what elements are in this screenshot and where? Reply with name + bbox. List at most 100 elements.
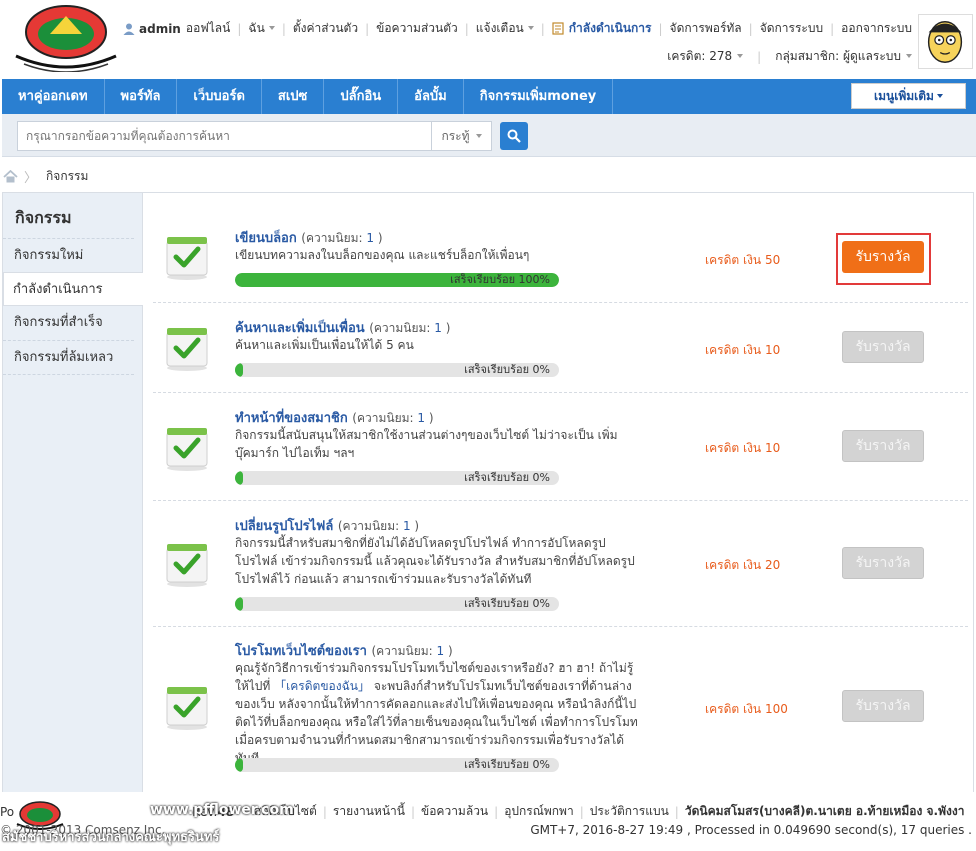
sidebar-item-new[interactable]: กิจกรรมใหม่ [3, 238, 134, 272]
footer-links: Po Rev.48 สถิติเว็บไซต์ | รายงานหน้านี้ … [0, 802, 976, 821]
me-menu[interactable]: ฉัน [248, 19, 275, 38]
breadcrumb: 〉 กิจกรรม [3, 167, 88, 186]
task-progress-fill [235, 471, 243, 485]
task-progress-bar: เสร็จเรียบร้อย 0% [235, 758, 559, 772]
more-menu-button[interactable]: เมนูเพิ่มเติม [851, 83, 966, 109]
task-title[interactable]: โปรโมทเว็บไซต์ของเรา (ความนิยม: 1 ) [235, 640, 453, 661]
task-reward-credit: เครดิต เงิน 10 [705, 343, 781, 357]
task-progress-fill [235, 363, 243, 377]
member-group-menu[interactable]: กลุ่มสมาชิก: ผู้ดูแลระบบ [775, 47, 912, 66]
divider: | [658, 21, 663, 36]
task-title[interactable]: ค้นหาและเพิ่มเป็นเพื่อน (ความนิยม: 1 ) [235, 317, 450, 338]
search-scope-label: กระทู้ [441, 128, 470, 143]
username-link[interactable]: admin [139, 22, 181, 36]
search-scope-select[interactable]: กระทู้ [432, 121, 492, 151]
user-icon [123, 23, 135, 35]
task-progress-text: เสร็จเรียบร้อย 0% [464, 758, 550, 771]
divider: | [494, 804, 499, 819]
logout-link[interactable]: ออกจากระบบ [841, 19, 912, 38]
task-reward-credit: เครดิต เงิน 20 [705, 558, 781, 572]
claim-reward-button[interactable]: รับรางวัล [842, 547, 924, 579]
divider: | [748, 21, 753, 36]
chevron-down-icon [268, 26, 275, 30]
task-progress-fill [235, 758, 243, 772]
in-progress-link[interactable]: กำลังดำเนินการ [569, 19, 652, 38]
search-input[interactable] [17, 121, 432, 151]
chevron-down-icon [737, 54, 744, 58]
search-bar: กระทู้ [2, 114, 976, 157]
online-status[interactable]: ออฟไลน์ [186, 19, 231, 38]
task-description: เขียนบทความลงในบล็อกของคุณ และแชร์บล็อกใ… [235, 248, 530, 262]
nav-item-earn-money[interactable]: กิจกรรมเพิ่มmoney [464, 79, 614, 114]
nav-item-space[interactable]: สเปซ [262, 79, 325, 114]
task-popularity: (ความนิยม: 1 ) [337, 519, 420, 533]
top-user-nav: admin ออฟไลน์ | ฉัน | ตั้งค่าส่วนตัว | ข… [123, 19, 912, 38]
breadcrumb-current[interactable]: กิจกรรม [46, 167, 88, 186]
manage-portal-link[interactable]: จัดการพอร์ทัล [670, 19, 742, 38]
user-sub-nav: เครดิต: 278 | กลุ่มสมาชิก: ผู้ดูแลระบบ [667, 47, 912, 66]
manage-system-link[interactable]: จัดการระบบ [760, 19, 823, 38]
search-button[interactable] [500, 122, 528, 150]
sidebar-title: กิจกรรม [15, 208, 72, 227]
credit-menu[interactable]: เครดิต: 278 [667, 47, 744, 66]
nav-item-forum[interactable]: เว็บบอร์ด [177, 79, 262, 114]
divider: | [579, 804, 584, 819]
watermark-text: www.pfflower.com [150, 802, 294, 818]
task-progress-bar: เสร็จเรียบร้อย 0% [235, 471, 559, 485]
task-doc-icon [552, 22, 564, 35]
task-list: เขียนบล็อก (ความนิยม: 1 ) เขียนบทความลงใ… [153, 193, 968, 782]
task-progress-bar: เสร็จเรียบร้อย 0% [235, 597, 559, 611]
site-logo[interactable] [10, 4, 122, 72]
chevron-down-icon [906, 54, 912, 58]
content-frame: กิจกรรม กิจกรรมใหม่ กำลังดำเนินการ กิจกร… [2, 192, 974, 793]
task-title[interactable]: ทำหน้าที่ของสมาชิก (ความนิยม: 1 ) [235, 407, 434, 428]
footer-link-plaintext[interactable]: ข้อความล้วน [421, 802, 488, 821]
footer-link-ban-history[interactable]: ประวัติการแบน [590, 802, 669, 821]
task-title[interactable]: เขียนบล็อก (ความนิยม: 1 ) [235, 227, 383, 248]
task-item: ทำหน้าที่ของสมาชิก (ความนิยม: 1 ) กิจกรร… [153, 393, 968, 501]
task-progress-bar: เสร็จเรียบร้อย 0% [235, 363, 559, 377]
task-check-icon [166, 428, 208, 471]
home-icon[interactable] [3, 170, 18, 183]
sidebar-item-in-progress[interactable]: กำลังดำเนินการ [3, 272, 143, 306]
divider: | [365, 21, 370, 36]
site-header: admin ออฟไลน์ | ฉัน | ตั้งค่าส่วนตัว | ข… [0, 0, 976, 78]
sidebar: กิจกรรม กิจกรรมใหม่ กำลังดำเนินการ กิจกร… [3, 193, 143, 793]
main-nav: หาคู่ออกเดท พอร์ทัล เว็บบอร์ด สเปซ ปลั๊ก… [2, 79, 976, 114]
footer-link-report[interactable]: รายงานหน้านี้ [333, 802, 405, 821]
chevron-down-icon [475, 134, 482, 138]
sidebar-item-completed[interactable]: กิจกรรมที่สำเร็จ [3, 306, 134, 340]
footer-link-mobile[interactable]: อุปกรณ์พกพา [504, 802, 574, 821]
avatar[interactable] [918, 14, 973, 69]
nav-item-plugin[interactable]: ปลั๊กอิน [324, 79, 399, 114]
task-item: ค้นหาและเพิ่มเป็นเพื่อน (ความนิยม: 1 ) ค… [153, 303, 968, 393]
nav-item-album[interactable]: อัลบั้ม [398, 79, 464, 114]
task-popularity: (ความนิยม: 1 ) [371, 644, 453, 658]
divider: | [830, 21, 835, 36]
task-description: กิจกรรมนี้สำหรับสมาชิกที่ยังไม่ได้อัปโหล… [235, 536, 635, 586]
notifications-menu[interactable]: แจ้งเตือน [476, 19, 534, 38]
task-progress-bar: เสร็จเรียบร้อย 100% [235, 273, 559, 287]
site-footer: Po Rev.48 สถิติเว็บไซต์ | รายงานหน้านี้ … [0, 792, 976, 851]
footer-site-name[interactable]: วัดนิคมสโมสร(บางคลี)ต.นาเตย อ.ท้ายเหมือง… [685, 802, 965, 821]
divider: | [322, 804, 327, 819]
messages-link[interactable]: ข้อความส่วนตัว [376, 19, 458, 38]
task-description: ค้นหาและเพิ่มเป็นเพื่อนให้ได้ 5 คน [235, 338, 414, 352]
my-credit-link[interactable]: 「เครดิตของฉัน」 [274, 679, 370, 693]
settings-link[interactable]: ตั้งค่าส่วนตัว [293, 19, 358, 38]
sidebar-item-failed[interactable]: กิจกรรมที่ล้มเหลว [3, 340, 134, 374]
task-progress-text: เสร็จเรียบร้อย 100% [450, 273, 550, 286]
task-check-icon [166, 544, 208, 587]
claim-reward-button[interactable]: รับรางวัล [842, 331, 924, 363]
task-title[interactable]: เปลี่ยนรูปโปรไฟล์ (ความนิยม: 1 ) [235, 515, 419, 536]
nav-item-portal[interactable]: พอร์ทัล [105, 79, 178, 114]
task-popularity: (ความนิยม: 1 ) [369, 321, 451, 335]
claim-reward-button[interactable]: รับรางวัล [842, 430, 924, 462]
nav-item-dating[interactable]: หาคู่ออกเดท [2, 79, 105, 114]
claim-reward-button[interactable]: รับรางวัล [842, 690, 924, 722]
divider: | [464, 21, 469, 36]
task-progress-text: เสร็จเรียบร้อย 0% [464, 471, 550, 484]
search-icon [507, 129, 521, 143]
task-progress-text: เสร็จเรียบร้อย 0% [464, 363, 550, 376]
claim-reward-button[interactable]: รับรางวัล [842, 241, 924, 273]
